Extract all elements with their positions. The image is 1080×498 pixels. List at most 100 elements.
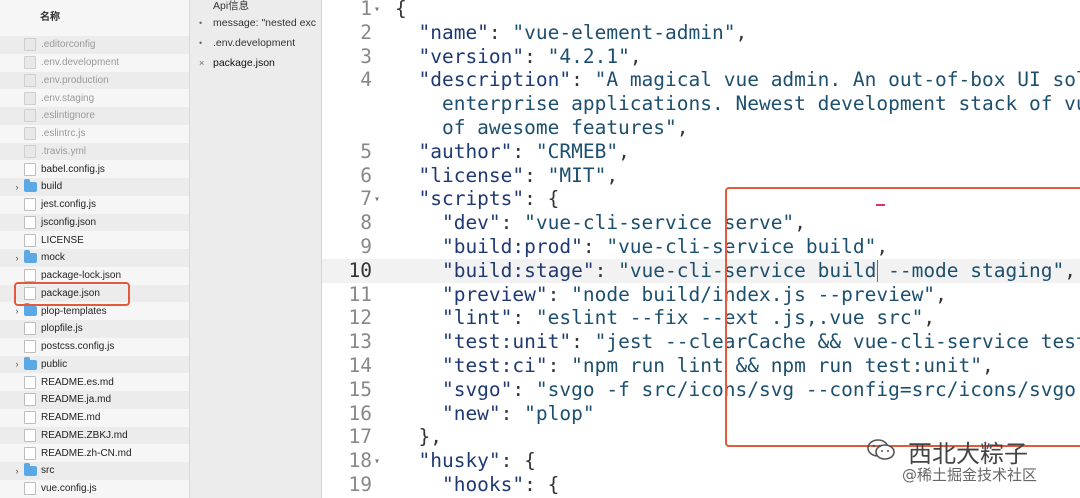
file-item[interactable]: README.md xyxy=(0,409,189,427)
code-token: : { xyxy=(524,473,560,496)
line-number: 10 xyxy=(348,258,372,282)
folder-item[interactable]: › mock xyxy=(0,249,189,267)
folder-icon xyxy=(24,303,37,317)
file-name: package.json xyxy=(41,287,100,299)
file-name: build xyxy=(41,181,63,193)
code-text: "build:stage": "vue-cli-service build --… xyxy=(395,259,1076,283)
code-line[interactable]: 18 ▾ "husky": { xyxy=(322,449,1080,473)
code-line[interactable]: enterprise applications. Newest developm… xyxy=(322,92,1080,116)
fold-arrow-icon[interactable]: ▾ xyxy=(374,188,380,212)
file-item[interactable]: .env.development xyxy=(0,54,189,72)
line-number: 2 xyxy=(360,20,372,44)
file-item[interactable]: package-lock.json xyxy=(0,267,189,285)
code-line[interactable]: 4 "description": "A magical vue admin. A… xyxy=(322,68,1080,92)
file-item[interactable]: babel.config.js xyxy=(0,160,189,178)
file-item[interactable]: package.json xyxy=(0,284,189,303)
open-file-item[interactable]: • message: "nested exc xyxy=(190,14,321,32)
code-line[interactable]: 17 }, xyxy=(322,425,1080,449)
file-item[interactable]: .eslintignore xyxy=(0,107,189,125)
open-file-item[interactable]: • .env.development xyxy=(190,34,321,52)
code-text: "build:prod": "vue-cli-service build", xyxy=(395,235,888,259)
disclosure-triangle-icon[interactable]: › xyxy=(12,253,22,263)
code-token: "vue-cli-service build --mode staging" xyxy=(618,258,1065,282)
file-item[interactable]: jest.config.js xyxy=(0,196,189,214)
code-text: { xyxy=(395,0,407,21)
code-token: , xyxy=(1064,258,1076,282)
code-token: : xyxy=(512,377,536,401)
disclosure-triangle-icon[interactable]: › xyxy=(12,359,22,369)
code-line[interactable]: 2 "name": "vue-element-admin", xyxy=(322,21,1080,45)
file-item[interactable]: .editorconfig xyxy=(0,36,189,54)
code-token: "test:ci" xyxy=(395,354,548,377)
code-editor[interactable]: 1 ▾{2 "name": "vue-element-admin", 3 "vers… xyxy=(322,0,1080,498)
code-line[interactable]: 15 "svgo": "svgo -f src/icons/svg --conf… xyxy=(322,378,1080,402)
code-text: "hooks": { xyxy=(395,473,559,497)
folder-item[interactable]: › src xyxy=(0,462,189,480)
code-line[interactable]: 10 "build:stage": "vue-cli-service build… xyxy=(322,258,1080,283)
code-line[interactable]: 3 "version": "4.2.1", xyxy=(322,45,1080,69)
file-icon xyxy=(24,393,36,407)
code-line[interactable]: 6 "license": "MIT", xyxy=(322,164,1080,188)
code-line[interactable]: 7 ▾ "scripts": { xyxy=(322,187,1080,211)
file-item[interactable]: vue.config.js xyxy=(0,480,189,498)
folder-item[interactable]: › build xyxy=(0,178,189,196)
file-name: README.ja.md xyxy=(41,394,112,406)
disclosure-triangle-icon[interactable]: › xyxy=(12,466,22,476)
code-token: , xyxy=(606,163,619,187)
code-line[interactable]: 1 ▾ { xyxy=(322,0,1080,21)
code-token: , xyxy=(629,44,642,68)
file-item[interactable]: LICENSE xyxy=(0,231,189,249)
file-item[interactable]: .env.production xyxy=(0,71,189,90)
line-number: 1 xyxy=(360,0,372,20)
file-name: .editorconfig xyxy=(41,39,96,51)
file-item[interactable]: .eslintrc.js xyxy=(0,125,189,143)
file-item[interactable]: .travis.yml xyxy=(0,142,189,161)
disclosure-triangle-icon[interactable]: › xyxy=(12,306,22,316)
code-token: : xyxy=(547,354,572,377)
file-name: plopfile.js xyxy=(41,323,83,335)
code-line[interactable]: 5 "author": "CRMEB", xyxy=(322,140,1080,164)
file-name: plop-templates xyxy=(41,305,107,317)
code-line[interactable]: 9 "build:prod": "vue-cli-service build", xyxy=(322,235,1080,259)
code-token: enterprise applications. Newest developm… xyxy=(395,92,1080,116)
code-line[interactable]: 13 "test:unit": "jest --clearCache && vu… xyxy=(322,330,1080,354)
name-column-header[interactable]: 名称 xyxy=(40,8,60,23)
file-item[interactable]: jsconfig.json xyxy=(0,213,189,232)
code-line[interactable]: 16 "new": "plop" xyxy=(322,402,1080,426)
file-name: package-lock.json xyxy=(41,270,122,282)
file-item[interactable]: postcss.config.js xyxy=(0,338,189,356)
code-token: : xyxy=(488,20,513,44)
fold-arrow-icon[interactable]: ▾ xyxy=(374,0,380,22)
file-item[interactable]: plopfile.js xyxy=(0,320,189,338)
file-item[interactable]: README.es.md xyxy=(0,373,189,391)
code-line[interactable]: of awesome features", xyxy=(322,116,1080,140)
code-token: of awesome features" xyxy=(395,116,677,139)
file-name: jest.config.js xyxy=(41,199,97,211)
disclosure-triangle-icon[interactable]: › xyxy=(12,182,22,192)
folder-item[interactable]: › plop-templates xyxy=(0,302,189,320)
code-line[interactable]: 8 "dev": "vue-cli-service serve", xyxy=(322,211,1080,235)
file-name: README.ZBKJ.md xyxy=(41,429,128,441)
open-file-label: message: "nested exc xyxy=(213,17,316,29)
code-token: "plop" xyxy=(524,401,595,425)
file-item[interactable]: README.ZBKJ.md xyxy=(0,426,189,445)
file-item[interactable]: README.ja.md xyxy=(0,391,189,409)
fold-arrow-icon[interactable]: ▾ xyxy=(374,450,380,474)
line-number: 9 xyxy=(360,235,372,258)
close-icon[interactable]: × xyxy=(199,58,213,68)
line-number: 18 xyxy=(348,449,372,473)
code-line[interactable]: 14 "test:ci": "npm run lint && npm run t… xyxy=(322,354,1080,378)
folder-item[interactable]: › public xyxy=(0,355,189,374)
selection-marker xyxy=(876,204,885,206)
line-number: 19 xyxy=(348,473,372,496)
code-line[interactable]: 12 "lint": "eslint --fix --ext .js,.vue … xyxy=(322,306,1080,330)
code-line[interactable]: 11 "preview": "node build/index.js --pre… xyxy=(322,283,1080,307)
file-item[interactable]: .env.staging xyxy=(0,89,189,107)
file-item[interactable]: README.zh-CN.md xyxy=(0,444,189,462)
code-token: "4.2.1" xyxy=(547,44,630,68)
code-line[interactable]: 19 "hooks": { xyxy=(322,473,1080,497)
code-token: , xyxy=(618,139,630,163)
code-token: "eslint --fix --ext .js,.vue src" xyxy=(535,306,924,330)
open-file-item[interactable]: × package.json xyxy=(190,54,321,72)
open-file-item[interactable]: Api信息 xyxy=(190,0,321,14)
